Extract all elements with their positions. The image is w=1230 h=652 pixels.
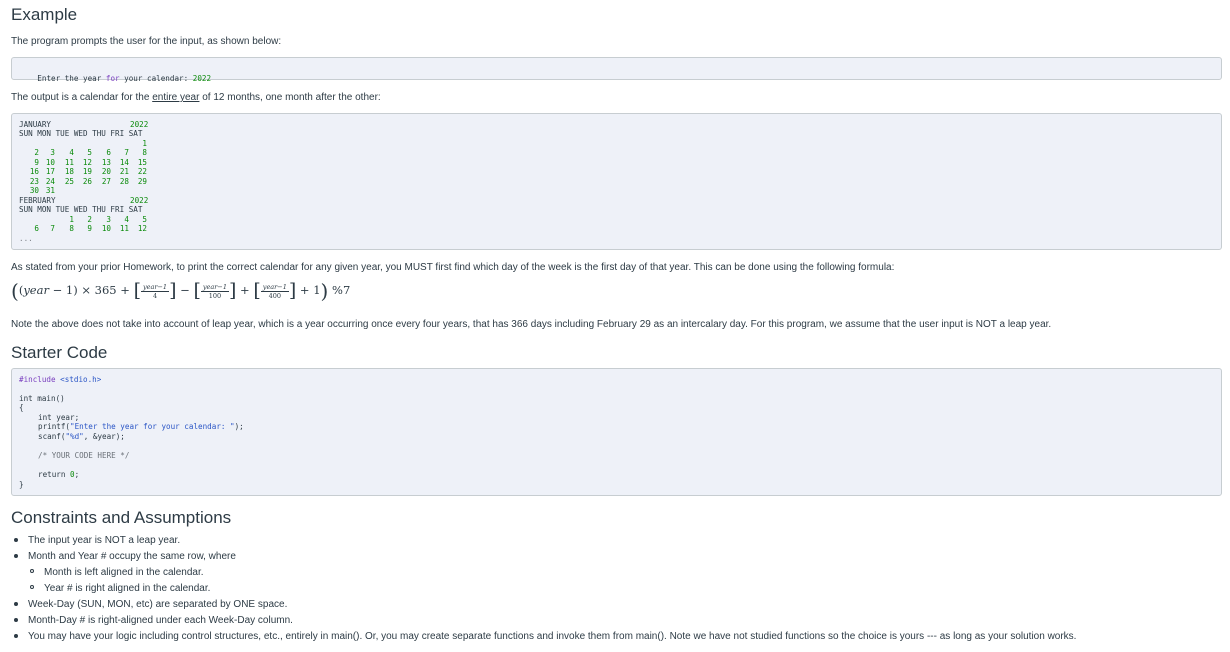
prompt-text-rest: your calendar: bbox=[119, 73, 193, 83]
prompt-value: 2022 bbox=[192, 73, 212, 83]
frac-den-100: 100 bbox=[208, 291, 222, 300]
list-item: You may have your logic including contro… bbox=[14, 631, 1076, 647]
scanf-string: "%d" bbox=[65, 432, 84, 441]
frac-den-4: 4 bbox=[152, 291, 158, 300]
example-intro: The program prompts the user for the inp… bbox=[11, 36, 282, 47]
calendar-day: 29 bbox=[137, 176, 147, 186]
return-keyword: return bbox=[38, 470, 71, 479]
calendar-day: 8 bbox=[142, 148, 147, 158]
calendar-day: 5 bbox=[87, 148, 92, 158]
list-item: Month is left aligned in the calendar. bbox=[30, 567, 1076, 583]
return-semicolon: ; bbox=[74, 470, 80, 479]
formula-tail: + 1 bbox=[296, 283, 321, 297]
calendar-day: 21 bbox=[119, 167, 129, 177]
output-text-pre: The output is a calendar for the bbox=[11, 92, 153, 103]
calendar-day: 25 bbox=[64, 176, 74, 186]
calendar-day: 19 bbox=[82, 167, 92, 177]
list-item: Month and Year # occupy the same row, wh… bbox=[14, 551, 1076, 567]
printf-call: printf( bbox=[38, 422, 71, 431]
list-item: Week-Day (SUN, MON, etc) are separated b… bbox=[14, 599, 1076, 615]
formula-minus: − bbox=[176, 283, 194, 297]
example-heading: Example bbox=[11, 5, 78, 24]
calendar-day: 13 bbox=[101, 157, 111, 167]
include-file: <stdio.h> bbox=[60, 375, 102, 384]
calendar-day: 10 bbox=[101, 224, 111, 234]
ellipsis: ... bbox=[19, 234, 33, 243]
calendar-day: 1 bbox=[69, 215, 74, 224]
calendar-day: 22 bbox=[137, 167, 147, 177]
calendar-day: 26 bbox=[82, 176, 92, 186]
include-directive: #include bbox=[19, 375, 61, 384]
frac-num-2: year−1 bbox=[200, 282, 229, 292]
constraints-list: The input year is NOT a leap year. Month… bbox=[14, 535, 1076, 647]
calendar-day: 24 bbox=[45, 176, 55, 186]
open-brace: { bbox=[19, 403, 24, 412]
calendar-day: 14 bbox=[119, 157, 129, 167]
calendar-day: 6 bbox=[34, 224, 39, 234]
calendar-day: 18 bbox=[64, 167, 74, 177]
prompt-text: Enter the year bbox=[37, 73, 106, 83]
printf-string: "Enter the year for your calendar: " bbox=[70, 422, 235, 431]
calendar-day: 3 bbox=[106, 215, 111, 224]
calendar-day: 12 bbox=[137, 224, 147, 234]
close-brace: } bbox=[19, 480, 24, 489]
formula-mod: %7 bbox=[332, 283, 351, 297]
calendar-day: 2 bbox=[34, 148, 39, 158]
calendar-day: 23 bbox=[29, 176, 39, 186]
starter-code-heading: Starter Code bbox=[11, 343, 108, 362]
calendar-day: 11 bbox=[119, 224, 129, 234]
formula-plus: + bbox=[236, 283, 254, 297]
frac-den-400: 400 bbox=[268, 291, 282, 300]
output-description: The output is a calendar for the entire … bbox=[11, 92, 381, 103]
calendar-day: 17 bbox=[45, 167, 55, 177]
prompt-example-box: Enter the year for your calendar: 2022 bbox=[11, 57, 1222, 83]
constraints-heading: Constraints and Assumptions bbox=[11, 508, 232, 527]
calendar-day: 12 bbox=[82, 157, 92, 167]
scanf-call: scanf( bbox=[38, 432, 66, 441]
calendar-day: 20 bbox=[101, 167, 111, 177]
scanf-end: , &year); bbox=[83, 432, 125, 441]
calendar-day: 11 bbox=[64, 157, 74, 167]
calendar-day: 31 bbox=[45, 186, 55, 195]
calendar-day: 27 bbox=[101, 176, 111, 186]
code-comment: /* YOUR CODE HERE */ bbox=[38, 451, 130, 460]
frac-num-1: year−1 bbox=[140, 282, 170, 292]
calendar-day: 9 bbox=[34, 157, 39, 167]
calendar-day: 4 bbox=[69, 148, 74, 158]
calendar-day: 8 bbox=[69, 224, 74, 234]
calendar-day: 4 bbox=[124, 215, 129, 224]
list-item: The input year is NOT a leap year. bbox=[14, 535, 1076, 551]
frac-num-3: year−1 bbox=[260, 282, 289, 292]
calendar-day: 15 bbox=[137, 157, 147, 167]
starter-code-box: #include <stdio.h> int main() { int year… bbox=[11, 368, 1222, 496]
leap-year-note: Note the above does not take into accoun… bbox=[11, 319, 1052, 330]
calendar-day: 5 bbox=[142, 215, 147, 224]
calendar-day: 3 bbox=[50, 148, 55, 158]
first-day-formula: ((year − 1) × 365 + [year−1 4] − [year−1 1… bbox=[11, 279, 351, 303]
main-signature: int main() bbox=[19, 394, 65, 403]
entire-year-link[interactable]: entire year bbox=[152, 92, 199, 103]
prompt-keyword-for: for bbox=[105, 73, 120, 83]
calendar-day: 16 bbox=[29, 167, 39, 177]
calendar-day: 30 bbox=[29, 186, 39, 195]
feb-weekday-header: SUN MON TUE WED THU FRI SAT bbox=[19, 205, 143, 214]
calendar-day: 7 bbox=[124, 148, 129, 158]
formula-part: − 1) × 365 + bbox=[48, 283, 134, 297]
printf-end: ); bbox=[234, 422, 244, 431]
formula-year-var: year bbox=[23, 283, 49, 297]
jan-weekday-header: SUN MON TUE WED THU FRI SAT bbox=[19, 129, 143, 138]
calendar-day: 1 bbox=[142, 139, 147, 148]
calendar-day: 7 bbox=[50, 224, 55, 234]
calendar-day: 10 bbox=[45, 157, 55, 167]
calendar-day: 9 bbox=[87, 224, 92, 234]
formula-intro: As stated from your prior Homework, to p… bbox=[11, 262, 895, 273]
list-item: Month-Day # is right-aligned under each … bbox=[14, 615, 1076, 631]
calendar-day: 6 bbox=[106, 148, 111, 158]
output-text-post: of 12 months, one month after the other: bbox=[199, 92, 381, 103]
calendar-day: 28 bbox=[119, 176, 129, 186]
calendar-output-box: JANUARY 2022 SUN MON TUE WED THU FRI SAT… bbox=[11, 113, 1222, 250]
list-item: Year # is right aligned in the calendar. bbox=[30, 583, 1076, 599]
calendar-day: 2 bbox=[87, 215, 92, 224]
